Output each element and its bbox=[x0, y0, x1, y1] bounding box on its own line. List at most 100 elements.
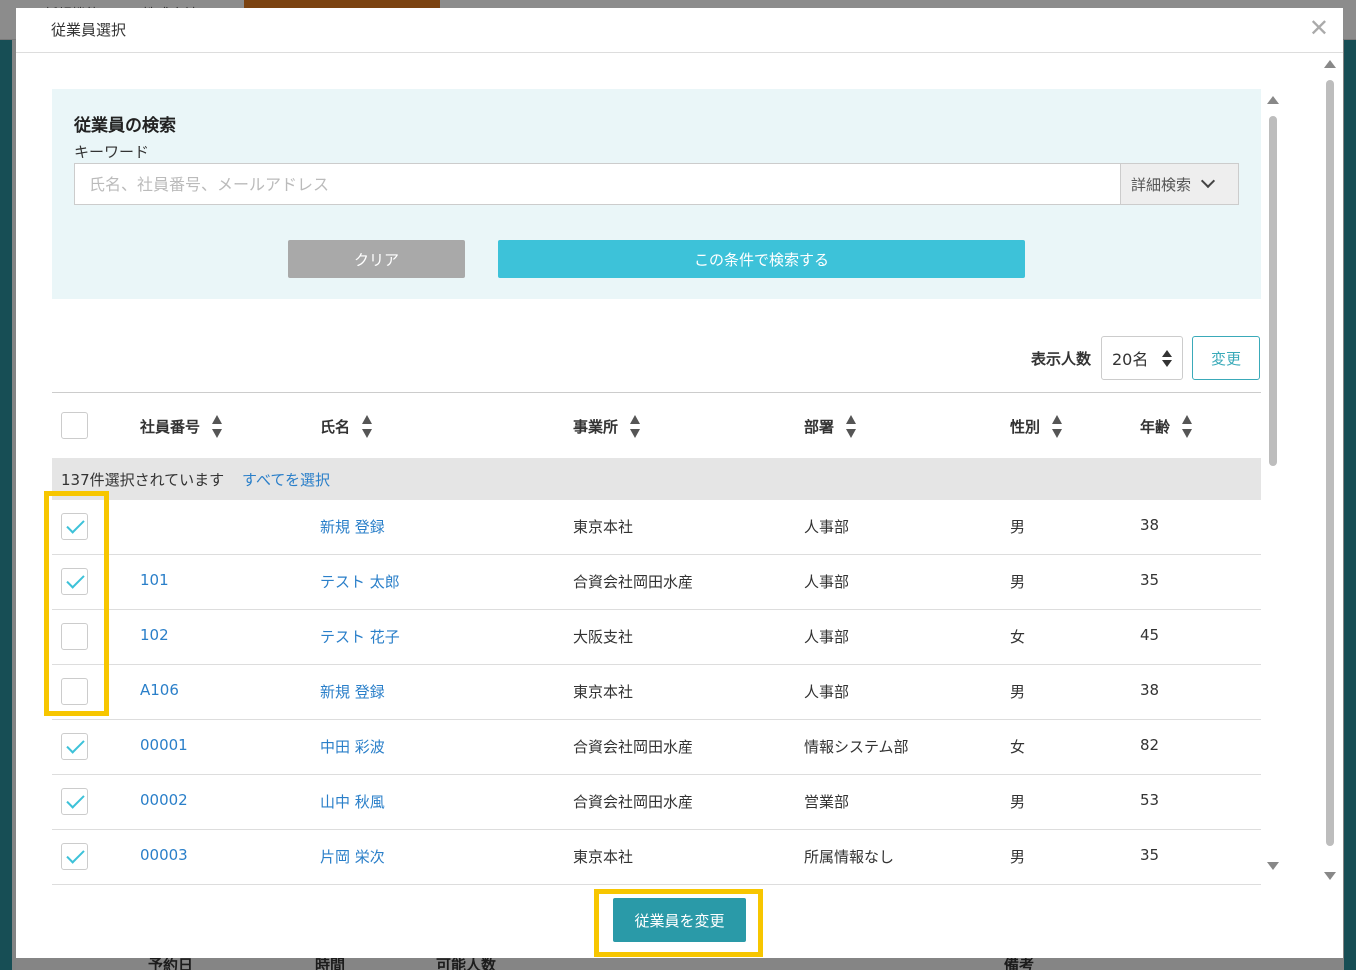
cell-employee-no[interactable]: 00002 bbox=[140, 791, 188, 809]
scroll-up-arrow-icon[interactable] bbox=[1324, 60, 1336, 68]
sort-icon[interactable] bbox=[1052, 415, 1063, 438]
cell-gender: 男 bbox=[1010, 793, 1026, 811]
advanced-search-label: 詳細検索 bbox=[1131, 175, 1192, 194]
header-gender-label: 性別 bbox=[1010, 418, 1041, 436]
cell-age: 35 bbox=[1140, 571, 1160, 589]
search-button[interactable]: この条件で検索する bbox=[498, 240, 1025, 278]
cell-name[interactable]: テスト 太郎 bbox=[320, 571, 400, 592]
table-row: 新規 登録 東京本社 人事部 男 38 bbox=[52, 500, 1261, 555]
header-age-label: 年齢 bbox=[1140, 418, 1171, 436]
table-body: 新規 登録 東京本社 人事部男 38 101 テスト 太郎 合資会社岡田水産 人事部男 35 10… bbox=[52, 500, 1261, 885]
sort-icon[interactable] bbox=[630, 415, 641, 438]
display-count-label: 表示人数 bbox=[1031, 350, 1092, 368]
scroll-thumb[interactable] bbox=[1269, 116, 1277, 466]
cell-name[interactable]: 片岡 栄次 bbox=[320, 846, 385, 867]
cell-gender: 女 bbox=[1010, 628, 1026, 646]
table-row: 00001 中田 彩波 合資会社岡田水産 情報システム部 女 82 bbox=[52, 720, 1261, 775]
sort-icon[interactable] bbox=[846, 415, 857, 438]
header-age[interactable]: 年齢 bbox=[1140, 415, 1193, 438]
scroll-up-arrow-icon[interactable] bbox=[1267, 96, 1279, 104]
checkbox-highlight-frame bbox=[44, 491, 109, 716]
cell-name[interactable]: 新規 登録 bbox=[320, 516, 385, 537]
cell-gender: 男 bbox=[1010, 518, 1026, 536]
table-row: 00002 山中 秋風 合資会社岡田水産 営業部 男 53 bbox=[52, 775, 1261, 830]
table-row: 101 テスト 太郎 合資会社岡田水産 人事部 男 35 bbox=[52, 555, 1261, 610]
sort-icon[interactable] bbox=[1182, 415, 1193, 438]
cell-employee-no[interactable]: 101 bbox=[140, 571, 169, 589]
dialog-title: 従業員選択 bbox=[51, 21, 127, 39]
cell-gender: 男 bbox=[1010, 848, 1026, 866]
clear-button[interactable]: クリア bbox=[288, 240, 465, 278]
sort-icon[interactable] bbox=[212, 415, 223, 438]
table-row: 00003 片岡 栄次 東京本社 所属情報なし 男 35 bbox=[52, 830, 1261, 885]
cell-name[interactable]: 中田 彩波 bbox=[320, 736, 385, 757]
cell-age: 35 bbox=[1140, 846, 1160, 864]
dialog-scrollbar[interactable] bbox=[1323, 60, 1337, 880]
cell-office: 東京本社 bbox=[573, 683, 634, 701]
select-all-link[interactable]: すべてを選択 bbox=[242, 469, 330, 490]
scroll-thumb[interactable] bbox=[1326, 80, 1334, 846]
employee-table: 社員番号 氏名 事業所 部署 性別 年齢 137件選択されています すべてを選択… bbox=[52, 392, 1261, 885]
cell-employee-no[interactable]: 102 bbox=[140, 626, 169, 644]
cell-department: 営業部 bbox=[804, 793, 850, 811]
header-gender[interactable]: 性別 bbox=[1010, 415, 1063, 438]
table-row: 102 テスト 花子 大阪支社 人事部 女 45 bbox=[52, 610, 1261, 665]
table-row: A106 新規 登録 東京本社 人事部 男 38 bbox=[52, 665, 1261, 720]
row-checkbox[interactable] bbox=[61, 733, 88, 760]
header-employee-no-label: 社員番号 bbox=[140, 418, 201, 436]
cell-gender: 男 bbox=[1010, 683, 1026, 701]
search-panel: 従業員の検索 キーワード 詳細検索 クリア この条件で検索する bbox=[52, 89, 1261, 299]
button-highlight-frame bbox=[594, 889, 763, 957]
header-office[interactable]: 事業所 bbox=[573, 415, 641, 438]
display-count-select[interactable]: 20名 bbox=[1101, 336, 1183, 380]
cell-name[interactable]: 新規 登録 bbox=[320, 681, 385, 702]
header-department[interactable]: 部署 bbox=[804, 415, 857, 438]
cell-office: 大阪支社 bbox=[573, 628, 634, 646]
keyword-input[interactable] bbox=[74, 163, 1121, 205]
cell-age: 82 bbox=[1140, 736, 1160, 754]
cell-name[interactable]: 山中 秋風 bbox=[320, 791, 385, 812]
cell-age: 38 bbox=[1140, 516, 1160, 534]
chevron-down-icon bbox=[1200, 173, 1216, 189]
cell-department: 人事部 bbox=[804, 518, 850, 536]
cell-employee-no[interactable]: A106 bbox=[140, 681, 179, 699]
employee-select-dialog: 従業員選択 ✕ 従業員の検索 キーワード 詳細検索 クリア この条件で検索する … bbox=[16, 8, 1343, 958]
row-checkbox[interactable] bbox=[61, 843, 88, 870]
header-name[interactable]: 氏名 bbox=[320, 415, 373, 438]
scroll-down-arrow-icon[interactable] bbox=[1324, 872, 1336, 880]
cell-employee-no[interactable]: 00003 bbox=[140, 846, 188, 864]
cell-department: 人事部 bbox=[804, 628, 850, 646]
keyword-label: キーワード bbox=[74, 143, 150, 161]
content-scrollbar[interactable] bbox=[1266, 96, 1280, 870]
cell-office: 合資会社岡田水産 bbox=[573, 793, 694, 811]
cell-department: 人事部 bbox=[804, 683, 850, 701]
change-count-button[interactable]: 変更 bbox=[1192, 336, 1260, 380]
cell-age: 38 bbox=[1140, 681, 1160, 699]
select-arrows-icon bbox=[1162, 350, 1172, 368]
header-employee-no[interactable]: 社員番号 bbox=[140, 415, 223, 438]
display-count-value: 20名 bbox=[1112, 350, 1149, 369]
cell-gender: 女 bbox=[1010, 738, 1026, 756]
cell-employee-no[interactable]: 00001 bbox=[140, 736, 188, 754]
selection-count: 137件選択されています bbox=[61, 471, 225, 489]
scroll-down-arrow-icon[interactable] bbox=[1267, 862, 1279, 870]
cell-age: 45 bbox=[1140, 626, 1160, 644]
cell-age: 53 bbox=[1140, 791, 1160, 809]
row-checkbox[interactable] bbox=[61, 788, 88, 815]
search-title: 従業員の検索 bbox=[74, 116, 176, 136]
table-header: 社員番号 氏名 事業所 部署 性別 年齢 bbox=[52, 392, 1261, 458]
advanced-search-button[interactable]: 詳細検索 bbox=[1120, 163, 1239, 205]
cell-gender: 男 bbox=[1010, 573, 1026, 591]
header-name-label: 氏名 bbox=[320, 418, 351, 436]
select-all-checkbox[interactable] bbox=[61, 412, 88, 439]
cell-office: 東京本社 bbox=[573, 518, 634, 536]
cell-name[interactable]: テスト 花子 bbox=[320, 626, 400, 647]
cell-department: 人事部 bbox=[804, 573, 850, 591]
cell-department: 所属情報なし bbox=[804, 848, 895, 866]
header-department-label: 部署 bbox=[804, 418, 835, 436]
dialog-header: 従業員選択 ✕ bbox=[16, 8, 1343, 53]
cell-department: 情報システム部 bbox=[804, 738, 909, 756]
sort-icon[interactable] bbox=[362, 415, 373, 438]
cell-office: 合資会社岡田水産 bbox=[573, 738, 694, 756]
close-icon[interactable]: ✕ bbox=[1309, 16, 1329, 40]
